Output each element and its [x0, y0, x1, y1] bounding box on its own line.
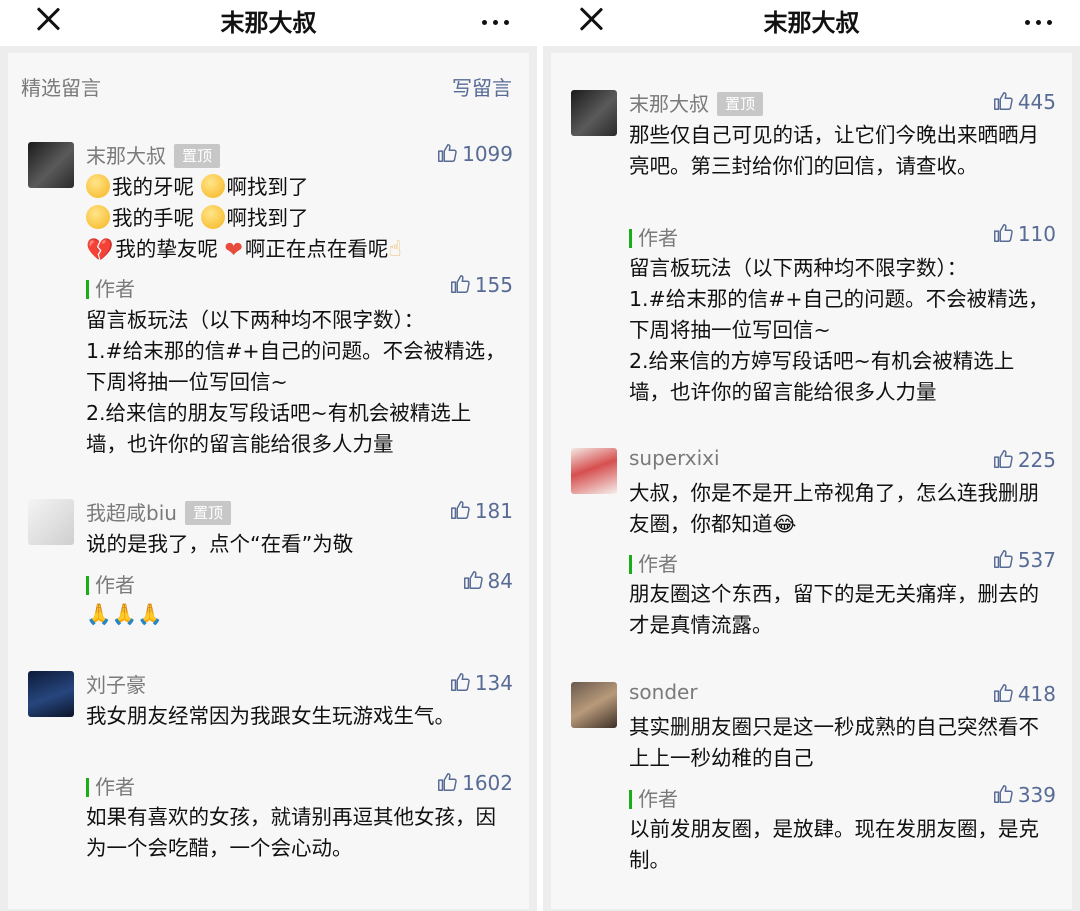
- broken-heart-icon: 💔: [86, 238, 114, 263]
- thinking-emoji-icon: [86, 174, 110, 198]
- like-button[interactable]: 134: [449, 671, 513, 695]
- author-reply-emoji: 🙏🙏🙏: [86, 602, 163, 626]
- more-icon[interactable]: [480, 10, 512, 34]
- avatar[interactable]: [28, 671, 74, 717]
- comment-nickname: 刘子豪: [86, 673, 146, 697]
- author-reply-label: 作者: [629, 222, 678, 251]
- pinned-badge: 置顶: [184, 501, 231, 525]
- thumbs-up-icon: [992, 682, 1014, 704]
- avatar[interactable]: [28, 142, 74, 188]
- right-screenshot: 末那大叔 末那大叔 置顶 445 那些仅自己可见的话，让它们今晚出来晒晒月亮吧。第…: [543, 0, 1080, 911]
- comment-nickname: 末那大叔 置顶: [86, 140, 221, 169]
- reply-like-button[interactable]: 1602: [436, 771, 513, 795]
- write-comment-link[interactable]: 写留言: [452, 72, 512, 101]
- like-button[interactable]: 418: [992, 682, 1056, 706]
- nav-title: 末那大叔: [763, 9, 860, 37]
- author-reply-text: 以前发朋友圈，是放肆。现在发朋友圈，是克制。: [629, 817, 1039, 872]
- thumbs-up-icon: [992, 222, 1014, 244]
- comment-text: 说的是我了，点个“在看”为敬: [86, 532, 354, 556]
- author-reply-label: 作者: [86, 569, 135, 598]
- author-reply-label: 作者: [629, 548, 678, 577]
- like-button[interactable]: 181: [449, 499, 513, 523]
- comment-text: 我的牙呢 啊找到了 我的手呢 啊找到了 💔我的挚友呢 ❤啊正在点在看呢☝: [86, 174, 402, 263]
- reply-like-button[interactable]: 84: [462, 569, 513, 593]
- reply-like-button[interactable]: 155: [449, 273, 513, 297]
- comment-nickname: superxixi: [629, 446, 720, 470]
- fist-emoji-icon: [86, 205, 110, 229]
- pinned-badge: 置顶: [174, 144, 221, 168]
- thumbs-up-icon: [436, 142, 458, 164]
- comment-text: 我女朋友经常因为我跟女生玩游戏生气。: [86, 704, 455, 728]
- thumbs-up-icon: [992, 783, 1014, 805]
- like-button[interactable]: 1099: [436, 142, 513, 166]
- author-reply-label: 作者: [86, 273, 135, 302]
- author-reply-text: 留言板玩法（以下两种均不限字数）： 1.#给末那的信#+自己的问题。不会被精选，…: [86, 308, 506, 456]
- thumbs-up-icon: [992, 448, 1014, 470]
- comment-text: 其实删朋友圈只是这一秒成熟的自己突然看不上上一秒幼稚的自己: [629, 715, 1039, 770]
- author-reply-text: 如果有喜欢的女孩，就请别再逗其他女孩，因为一个会吃醋，一个会心动。: [86, 805, 496, 860]
- author-reply-text: 留言板玩法（以下两种均不限字数）： 1.#给末那的信#+自己的问题。不会被精选，…: [629, 256, 1049, 404]
- like-button[interactable]: 445: [992, 90, 1056, 114]
- grin-emoji-icon: [200, 174, 225, 198]
- author-reply-label: 作者: [629, 783, 678, 812]
- thumbs-up-icon: [449, 671, 471, 693]
- thumbs-up-icon: [992, 548, 1014, 570]
- avatar[interactable]: [28, 499, 74, 545]
- more-icon[interactable]: [1023, 10, 1055, 34]
- author-reply-text: 朋友圈这个东西，留下的是无关痛痒，删去的才是真情流露。: [629, 582, 1039, 637]
- thumbs-up-icon: [449, 499, 471, 521]
- comment-text: 那些仅自己可见的话，让它们今晚出来晒晒月亮吧。第三封给你们的回信，请查收。: [629, 123, 1039, 178]
- section-title: 精选留言: [21, 76, 101, 100]
- like-button[interactable]: 225: [992, 448, 1056, 472]
- comment-text: 大叔，你是不是开上帝视角了，怎么连我删朋友圈，你都知道😂: [629, 481, 1039, 536]
- reply-like-button[interactable]: 110: [992, 222, 1056, 246]
- pointing-hand-icon: ☝: [388, 237, 402, 262]
- thumbs-up-icon: [992, 90, 1014, 112]
- thumbs-up-icon: [436, 771, 458, 793]
- thumbs-up-icon: [462, 569, 484, 591]
- comment-nickname: sonder: [629, 680, 698, 704]
- author-reply-label: 作者: [86, 771, 135, 800]
- heart-icon: ❤: [224, 238, 243, 263]
- nav-bar: 末那大叔: [0, 0, 537, 46]
- reply-like-button[interactable]: 339: [992, 783, 1056, 807]
- comment-nickname: 末那大叔 置顶: [629, 88, 764, 117]
- left-screenshot: 末那大叔 精选留言 写留言 末那大叔 置顶 1099 我的牙呢 啊找到了 我的手呢…: [0, 0, 537, 911]
- comment-nickname: 我超咸biu 置顶: [86, 497, 231, 526]
- avatar[interactable]: [571, 682, 617, 728]
- hug-emoji-icon: [200, 205, 225, 229]
- thumbs-up-icon: [449, 273, 471, 295]
- avatar[interactable]: [571, 448, 617, 494]
- nav-bar: 末那大叔: [543, 0, 1080, 46]
- pinned-badge: 置顶: [717, 92, 764, 116]
- nav-title: 末那大叔: [220, 9, 317, 37]
- avatar[interactable]: [571, 90, 617, 136]
- reply-like-button[interactable]: 537: [992, 548, 1056, 572]
